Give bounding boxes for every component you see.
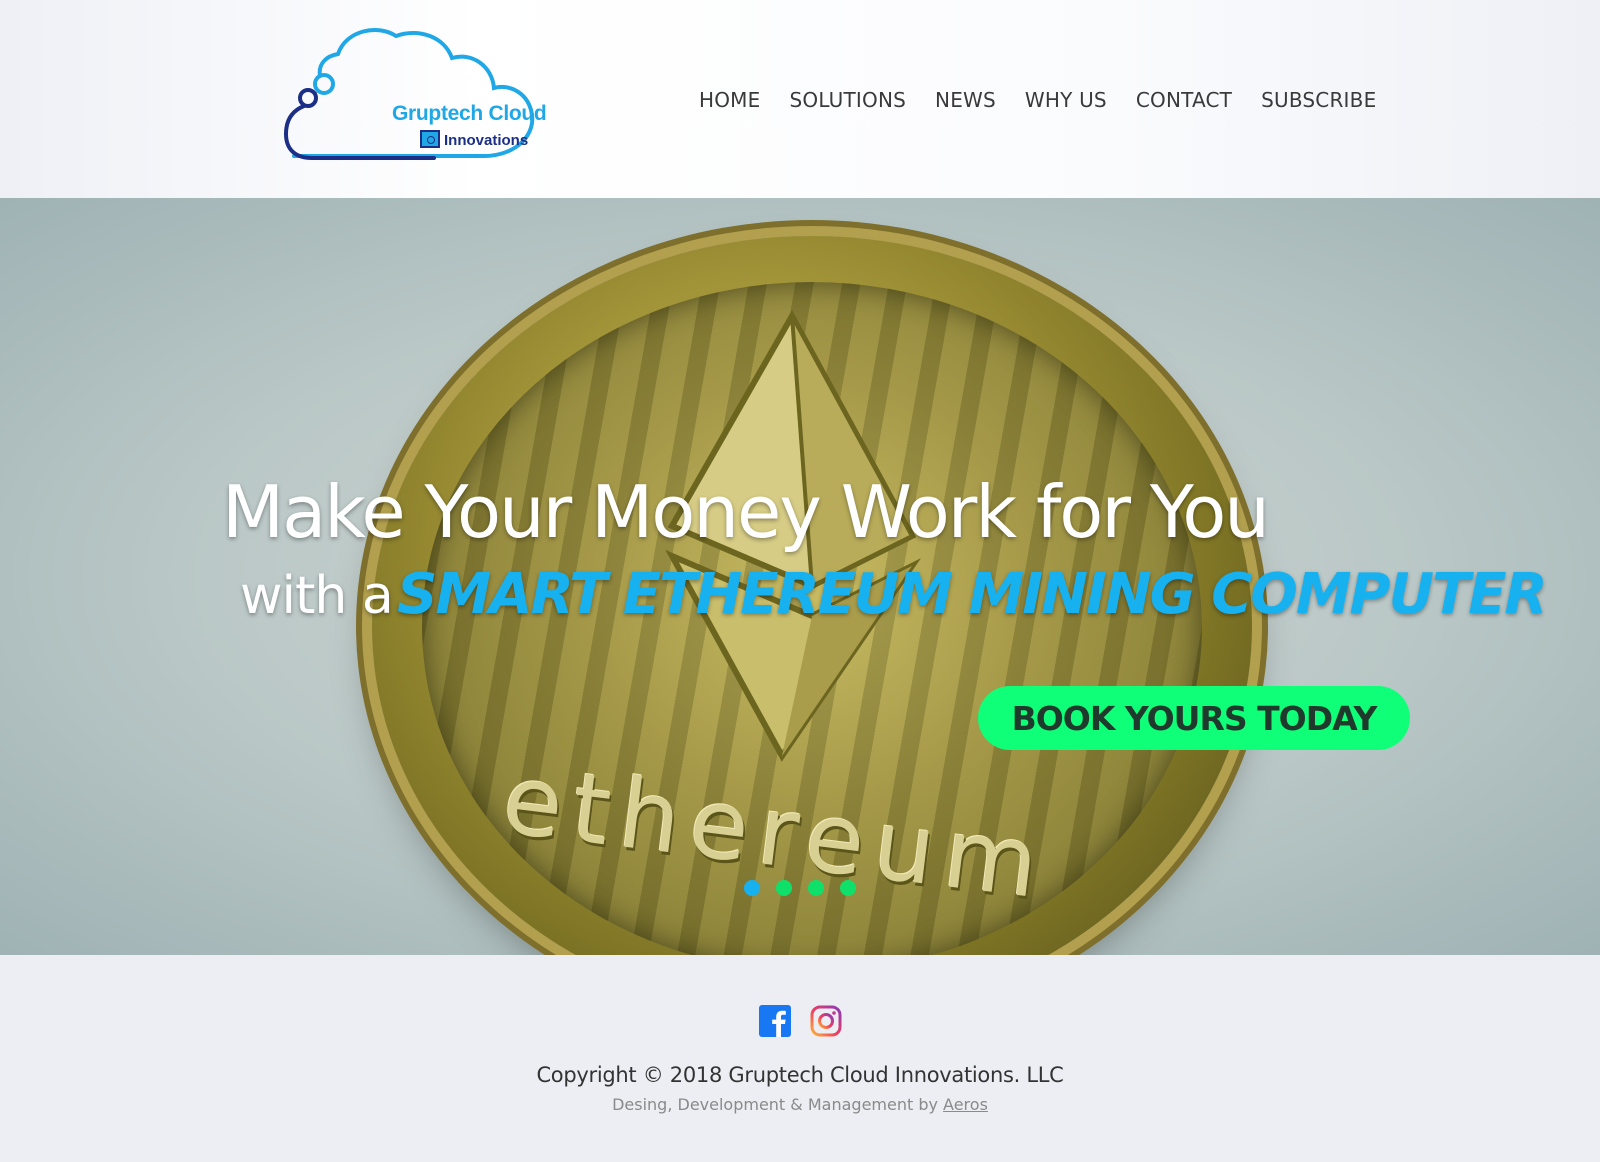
nav-item-contact[interactable]: CONTACT: [1136, 88, 1232, 112]
credits-prefix: Desing, Development & Management by: [612, 1095, 944, 1114]
hero-title: Make Your Money Work for You: [222, 470, 1270, 554]
brand-name-line1: Gruptech Cloud: [392, 102, 547, 125]
slide-dot-3[interactable]: [808, 880, 824, 896]
slide-dot-1[interactable]: [744, 880, 760, 896]
nav-item-why-us[interactable]: WHY US: [1025, 88, 1107, 112]
copyright-text: Copyright © 2018 Gruptech Cloud Innovati…: [536, 1063, 1064, 1087]
credits-text: Desing, Development & Management by Aero…: [0, 1095, 1600, 1114]
hero-slideshow: ethereum Make Your Money Work for You wi…: [0, 198, 1600, 955]
instagram-link[interactable]: [810, 1005, 842, 1037]
nav-item-solutions[interactable]: SOLUTIONS: [789, 88, 906, 112]
hero-subtitle: with a SMART ETHEREUM MINING COMPUTER: [240, 562, 1548, 627]
hero-subtitle-accent: SMART ETHEREUM MINING COMPUTER: [397, 562, 1547, 627]
slide-dot-2[interactable]: [776, 880, 792, 896]
site-footer: Copyright © 2018 Gruptech Cloud Innovati…: [0, 955, 1600, 1162]
facebook-link[interactable]: [759, 1005, 791, 1037]
book-yours-today-button[interactable]: BOOK YOURS TODAY: [978, 686, 1410, 750]
aeros-link[interactable]: Aeros: [943, 1095, 988, 1114]
instagram-icon: [810, 1005, 842, 1037]
hero-subtitle-prefix: with a: [240, 566, 394, 626]
brand-logo[interactable]: Gruptech Cloud Innovations: [284, 26, 554, 166]
nav-item-news[interactable]: NEWS: [935, 88, 996, 112]
main-nav: HOME SOLUTIONS NEWS WHY US CONTACT SUBSC…: [699, 88, 1376, 112]
slide-dot-4[interactable]: [840, 880, 856, 896]
brand-name-line2: Innovations: [444, 132, 529, 149]
slide-indicators: [744, 880, 856, 896]
social-links: [759, 1005, 842, 1037]
chip-icon: [420, 130, 440, 148]
nav-item-subscribe[interactable]: SUBSCRIBE: [1261, 88, 1376, 112]
nav-item-home[interactable]: HOME: [699, 88, 760, 112]
facebook-icon: [759, 1005, 791, 1037]
site-header: Gruptech Cloud Innovations HOME SOLUTION…: [0, 0, 1600, 198]
